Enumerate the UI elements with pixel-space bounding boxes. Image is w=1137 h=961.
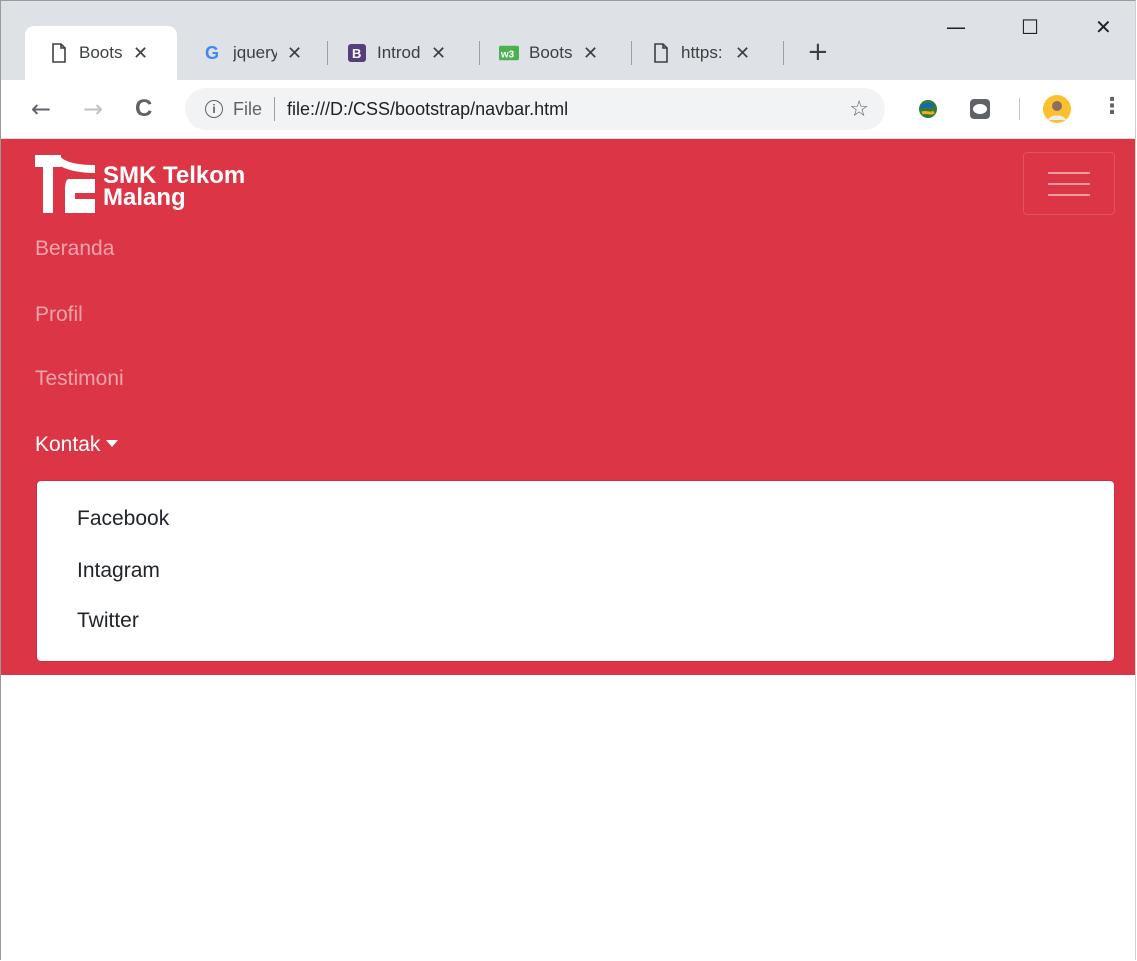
- tab-close-icon[interactable]: ✕: [583, 43, 598, 64]
- profile-avatar[interactable]: [1043, 95, 1071, 123]
- reload-button[interactable]: C: [135, 94, 152, 124]
- tab-2[interactable]: G jquery ✕: [179, 26, 325, 80]
- hamburger-icon-bar: [1048, 171, 1090, 174]
- back-button[interactable]: ←: [31, 94, 51, 124]
- brand-link[interactable]: SMK Telkom Malang: [35, 153, 245, 220]
- line-extension-icon[interactable]: [968, 97, 992, 121]
- w3schools-icon: w3: [499, 43, 519, 63]
- browser-window: Boots ✕ G jquery ✕ B Introd ✕ w3 Boots ✕: [0, 0, 1136, 960]
- hamburger-icon-bar: [1048, 182, 1090, 185]
- nav-link-testimoni[interactable]: Testimoni: [35, 367, 124, 391]
- omnibox-divider: [274, 97, 276, 121]
- bookmark-star-icon[interactable]: ☆: [849, 97, 869, 122]
- brand-text: SMK Telkom Malang: [103, 163, 245, 211]
- dropdown-item-intagram[interactable]: Intagram: [77, 559, 160, 583]
- tab-label: Introd: [377, 43, 421, 62]
- url-text[interactable]: file:///D:/CSS/bootstrap/navbar.html: [287, 99, 568, 120]
- svg-text:w3: w3: [500, 50, 515, 61]
- browser-menu-icon[interactable]: ⋮: [1101, 94, 1123, 119]
- dropdown-menu: Facebook Intagram Twitter: [37, 481, 1114, 661]
- tab-label: https:: [681, 43, 723, 62]
- tab-close-icon[interactable]: ✕: [133, 43, 148, 64]
- hamburger-icon-bar: [1048, 193, 1090, 196]
- address-bar[interactable]: i File file:///D:/CSS/bootstrap/navbar.h…: [185, 88, 885, 130]
- tab-close-icon[interactable]: ✕: [431, 43, 446, 64]
- info-icon[interactable]: i: [205, 100, 223, 118]
- bootstrap-icon: B: [347, 43, 367, 63]
- nav-link-kontak[interactable]: Kontak: [35, 433, 119, 457]
- close-window-button[interactable]: ✕: [1095, 15, 1112, 39]
- tab-label: jquery: [233, 43, 277, 62]
- tab-5[interactable]: https: ✕: [627, 26, 783, 80]
- dropdown-item-facebook[interactable]: Facebook: [77, 507, 169, 531]
- brand-line-2: Malang: [103, 183, 186, 211]
- tab-close-icon[interactable]: ✕: [735, 43, 750, 64]
- globe-extension-icon[interactable]: [916, 97, 940, 121]
- page-icon: [49, 43, 69, 63]
- tab-close-icon[interactable]: ✕: [287, 43, 302, 64]
- toolbar-separator: [1019, 98, 1020, 120]
- new-tab-button[interactable]: +: [807, 37, 829, 67]
- page-icon: [651, 43, 671, 63]
- svg-text:G: G: [205, 43, 219, 63]
- tab-1[interactable]: Boots ✕: [25, 26, 177, 80]
- telkom-logo-icon: [35, 153, 97, 220]
- minimize-button[interactable]: —: [946, 15, 966, 39]
- google-icon: G: [203, 43, 223, 63]
- svg-text:B: B: [352, 46, 361, 61]
- tab-strip: Boots ✕ G jquery ✕ B Introd ✕ w3 Boots ✕: [1, 1, 1135, 80]
- browser-toolbar: ← → C i File file:///D:/CSS/bootstrap/na…: [1, 80, 1135, 139]
- navbar-toggler-button[interactable]: [1023, 152, 1115, 215]
- tab-separator: [783, 41, 784, 65]
- nav-link-beranda[interactable]: Beranda: [35, 237, 114, 261]
- forward-button[interactable]: →: [83, 94, 103, 124]
- dropdown-item-twitter[interactable]: Twitter: [77, 609, 139, 633]
- scheme-label: File: [233, 98, 263, 119]
- tab-label: Boots: [79, 43, 123, 62]
- tab-3[interactable]: B Introd ✕: [323, 26, 479, 80]
- tab-4[interactable]: w3 Boots ✕: [475, 26, 631, 80]
- tab-label: Boots: [529, 43, 573, 62]
- caret-down-icon: [106, 439, 119, 447]
- nav-link-profil[interactable]: Profil: [35, 303, 83, 327]
- maximize-button[interactable]: ☐: [1021, 15, 1039, 39]
- nav-link-kontak-label: Kontak: [35, 433, 101, 456]
- navbar: SMK Telkom Malang Beranda Profil Testimo…: [1, 139, 1135, 675]
